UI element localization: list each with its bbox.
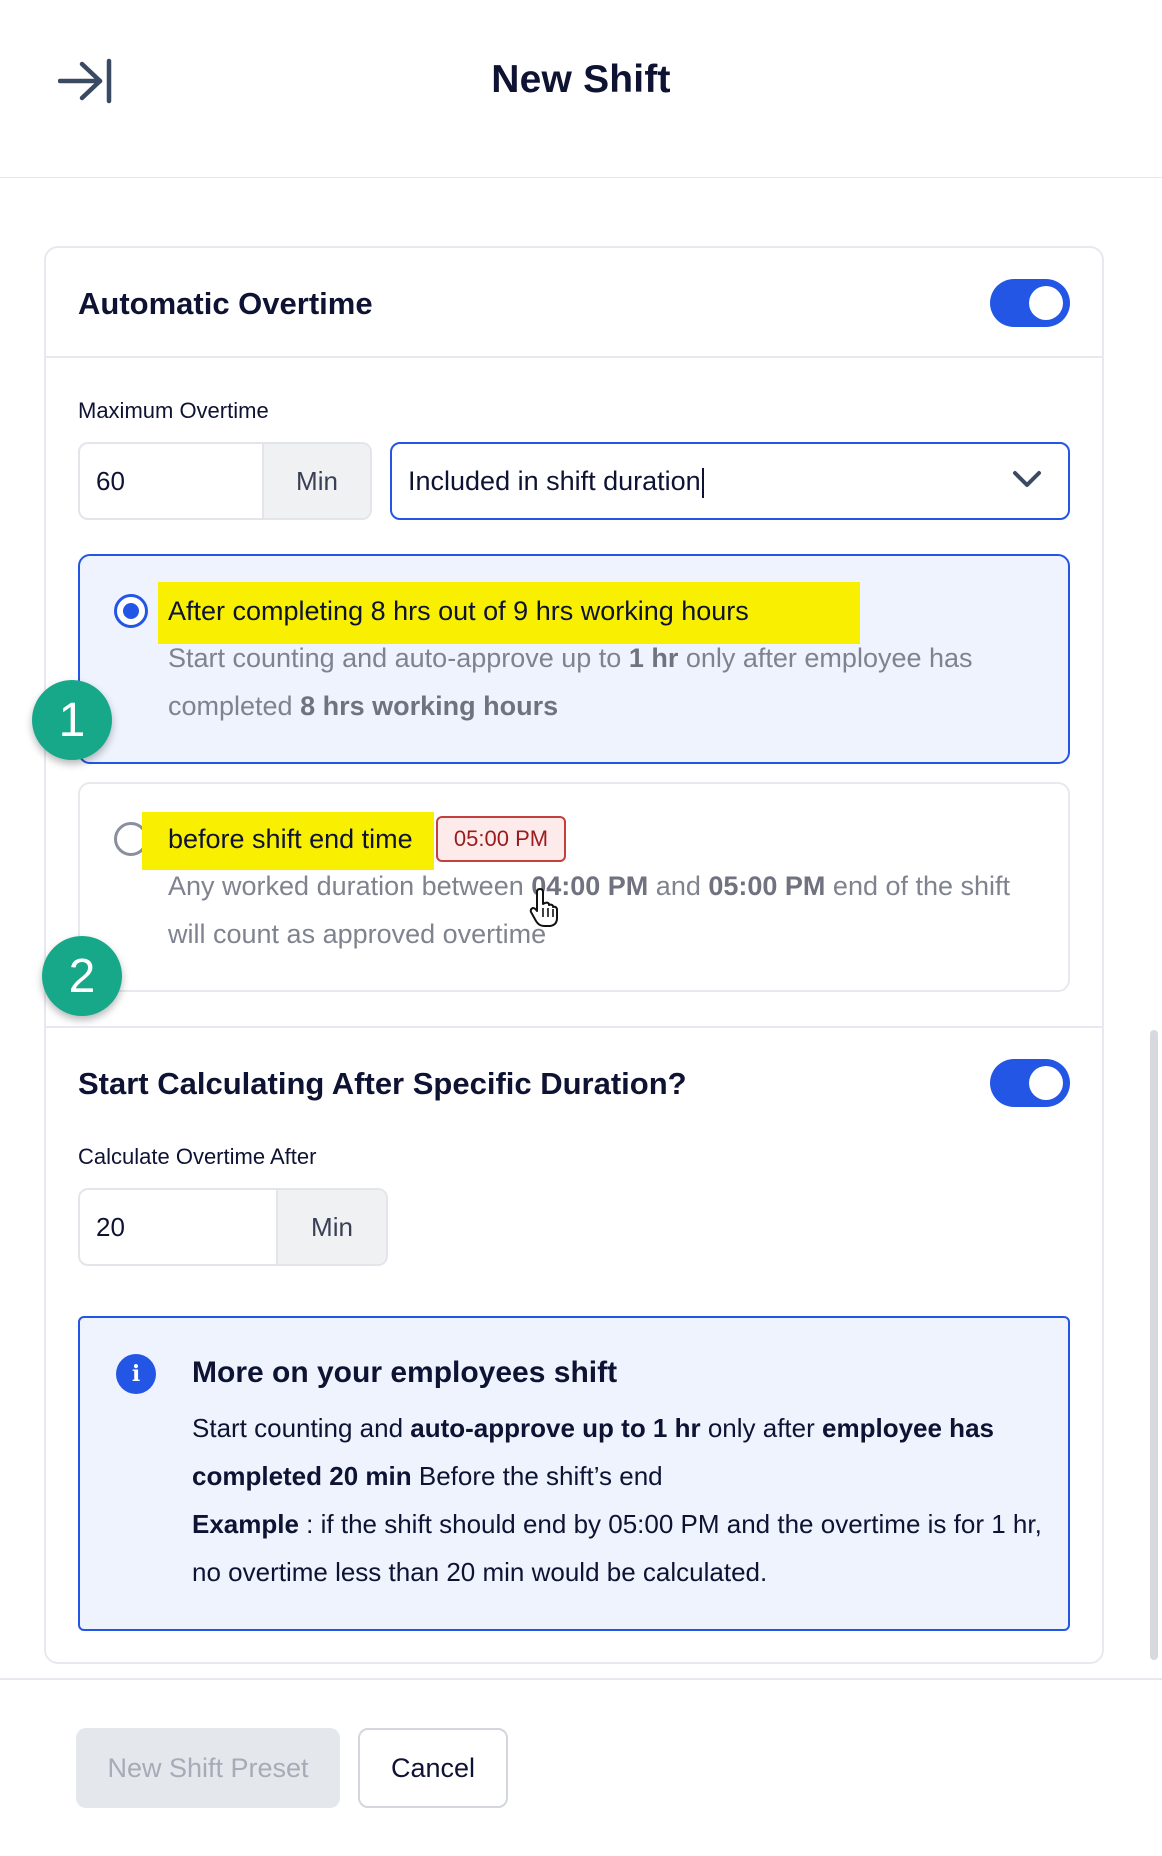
- page-title: New Shift: [491, 58, 671, 101]
- maximum-overtime-value[interactable]: 60: [80, 444, 262, 518]
- footer-divider: [0, 1678, 1162, 1680]
- option-before-end-description: Any worked duration between 04:00 PM and…: [168, 871, 1011, 949]
- calculate-overtime-after-input[interactable]: 20 Min: [78, 1188, 388, 1266]
- automatic-overtime-toggle[interactable]: [990, 279, 1070, 327]
- text-caret: [701, 467, 704, 498]
- calculate-overtime-after-value[interactable]: 20: [80, 1190, 276, 1264]
- info-body: Start counting and auto-approve up to 1 …: [192, 1404, 1052, 1596]
- toggle-knob: [1029, 286, 1063, 320]
- option-after-hours-title: After completing 8 hrs out of 9 hrs work…: [168, 596, 749, 626]
- automatic-overtime-title: Automatic Overtime: [78, 286, 373, 321]
- calculate-after-title: Start Calculating After Specific Duratio…: [78, 1066, 687, 1101]
- option-after-hours-description: Start counting and auto-approve up to 1 …: [168, 643, 973, 721]
- new-shift-preset-button[interactable]: New Shift Preset: [76, 1728, 340, 1808]
- section-divider: [46, 1026, 1102, 1028]
- toggle-knob: [1029, 1066, 1063, 1100]
- step-marker-2: 2: [42, 936, 122, 1016]
- calculate-after-toggle[interactable]: [990, 1059, 1070, 1107]
- option-before-end-title: before shift end time: [168, 824, 413, 854]
- overtime-mode-value: Included in shift duration: [408, 466, 704, 498]
- info-example: Example : if the shift should end by 05:…: [192, 1509, 1042, 1587]
- info-paragraph: Start counting and auto-approve up to 1 …: [192, 1413, 994, 1491]
- chevron-down-icon: [1013, 471, 1041, 487]
- info-icon: i: [116, 1354, 156, 1394]
- calculate-overtime-after-label: Calculate Overtime After: [78, 1144, 317, 1169]
- maximum-overtime-unit: Min: [262, 444, 370, 518]
- hand-cursor-icon: [529, 888, 558, 927]
- info-title: More on your employees shift: [192, 1356, 618, 1389]
- step-marker-1: 1: [32, 680, 112, 760]
- cancel-button[interactable]: Cancel: [358, 1728, 508, 1808]
- shift-end-time-badge: 05:00 PM: [436, 816, 566, 862]
- calculate-overtime-after-unit: Min: [276, 1190, 386, 1264]
- maximum-overtime-label: Maximum Overtime: [78, 398, 269, 423]
- option-after-hours-radio[interactable]: [114, 594, 148, 628]
- overtime-mode-select[interactable]: Included in shift duration: [390, 442, 1070, 520]
- scrollbar[interactable]: [1150, 1030, 1158, 1660]
- maximum-overtime-input[interactable]: 60 Min: [78, 442, 372, 520]
